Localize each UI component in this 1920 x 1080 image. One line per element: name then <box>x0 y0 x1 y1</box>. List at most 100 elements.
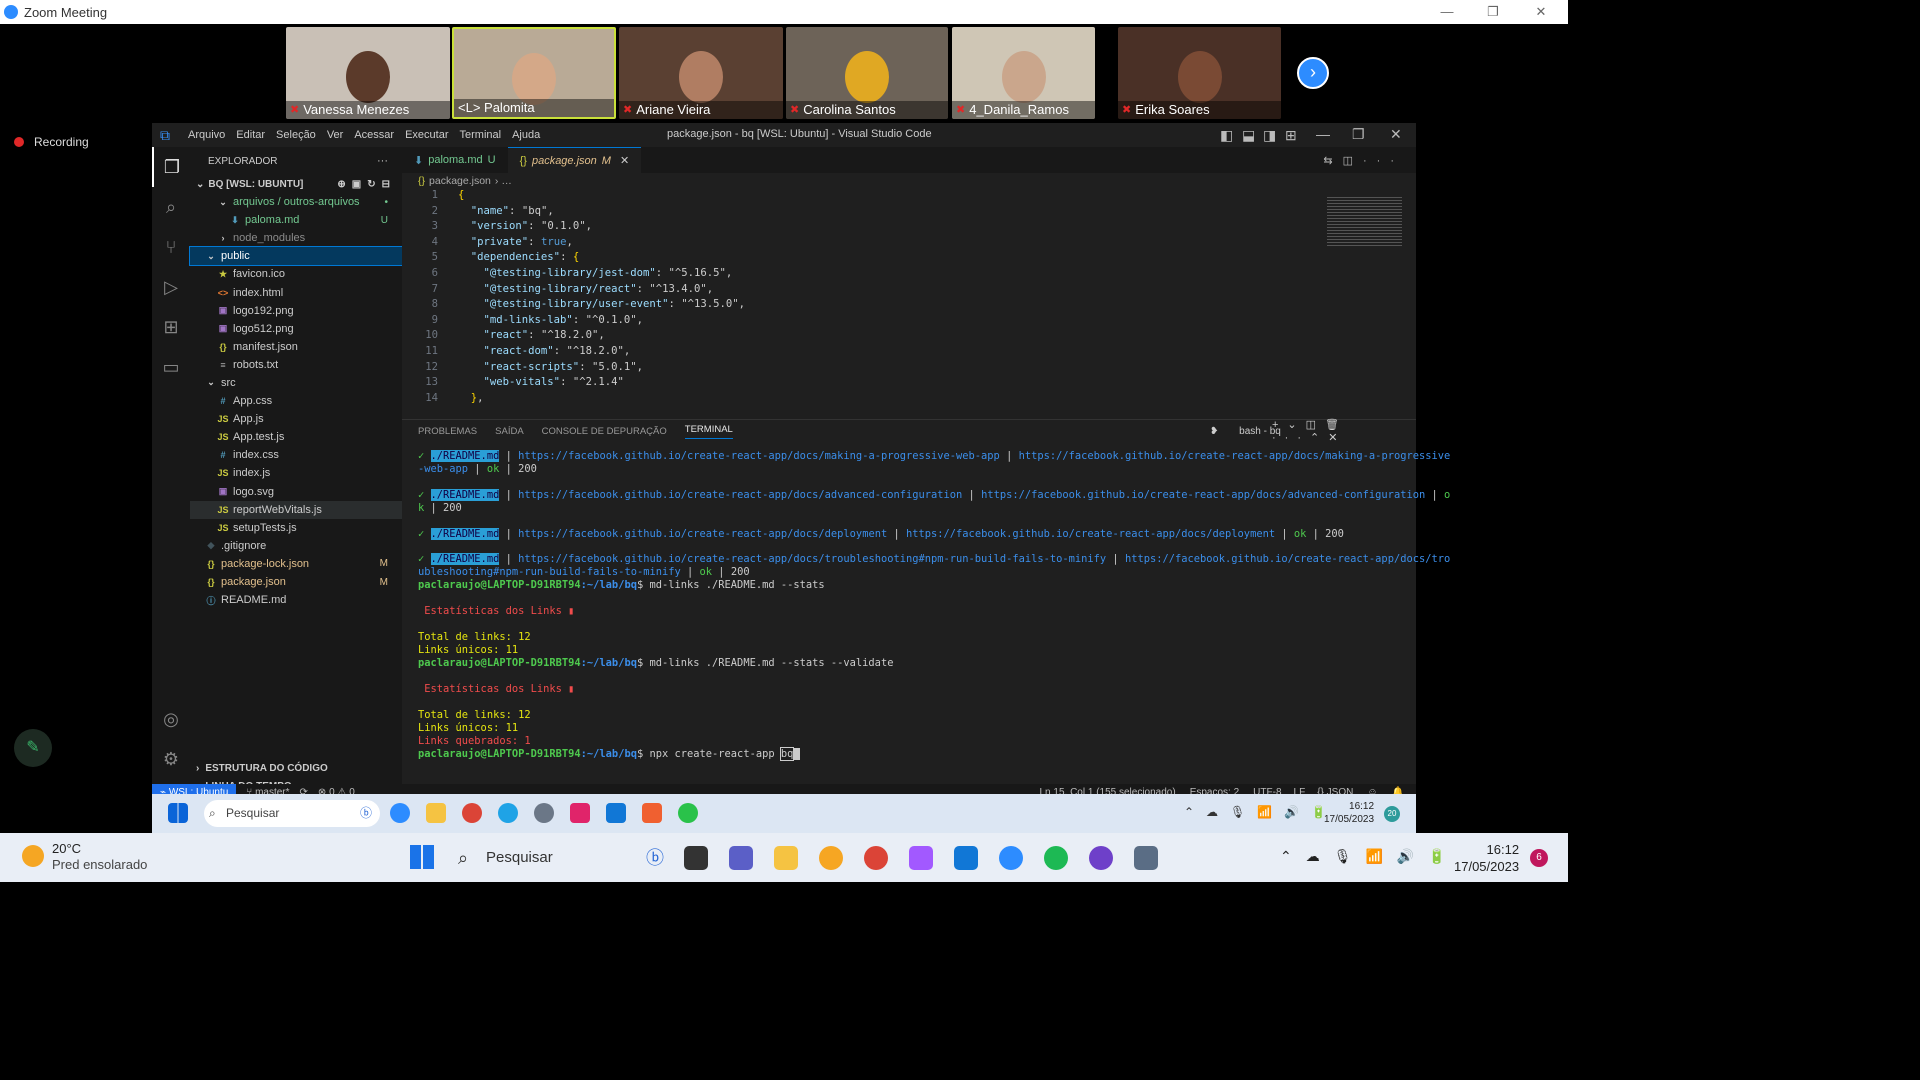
windows-start-icon[interactable] <box>168 803 188 823</box>
account-icon[interactable]: ◎ <box>152 699 190 739</box>
tree-item[interactable]: ⌄ src <box>190 374 402 392</box>
taskbar-search[interactable]: ⌕ Pesquisar ⓑ <box>204 800 380 827</box>
vscode-minimize-icon[interactable]: — <box>1316 126 1330 142</box>
chrome-icon[interactable] <box>462 803 482 823</box>
participant-tile[interactable]: ✖ 4_Danila_Ramos <box>952 27 1095 119</box>
participant-tile-active-speaker[interactable]: <L> Palomita <box>452 27 616 119</box>
participant-tile[interactable]: ✖ Vanessa Menezes <box>286 27 450 119</box>
notification-badge[interactable]: 6 <box>1530 849 1548 867</box>
tree-item[interactable]: ★ favicon.ico <box>190 265 402 283</box>
weather-widget[interactable]: 20°C Pred ensolarado <box>52 841 147 873</box>
menu-acessar[interactable]: Acessar <box>354 129 394 141</box>
tree-item[interactable]: # App.css <box>190 392 402 410</box>
windows-start-icon[interactable] <box>410 845 434 869</box>
vscode-app-icon[interactable] <box>954 846 978 870</box>
task-view-icon[interactable] <box>684 846 708 870</box>
menu-editar[interactable]: Editar <box>236 129 265 141</box>
slack-icon[interactable] <box>570 803 590 823</box>
tree-item[interactable]: JS index.js <box>190 464 402 482</box>
tab-output[interactable]: SAÍDA <box>495 426 524 437</box>
toggle-secondary-sidebar-icon[interactable]: ◨ <box>1263 127 1276 144</box>
extensions-icon[interactable]: ⊞ <box>152 307 190 347</box>
participant-tile[interactable]: ✖ Carolina Santos <box>786 27 948 119</box>
search-icon[interactable]: ⌕ <box>152 187 190 227</box>
settings-app-icon[interactable] <box>534 803 554 823</box>
inner-clock[interactable]: 16:12 17/05/2023 <box>1324 800 1374 826</box>
tree-item[interactable]: JS App.js <box>190 410 402 428</box>
source-control-icon[interactable]: ⑂ <box>152 227 190 267</box>
outline-section[interactable]: ESTRUTURA DO CÓDIGO <box>205 763 327 774</box>
participant-tile[interactable]: ✖ Ariane Vieira <box>619 27 783 119</box>
tree-item[interactable]: JS App.test.js <box>190 428 402 446</box>
tab-debug-console[interactable]: CONSOLE DE DEPURAÇÃO <box>542 426 667 437</box>
close-icon[interactable]: ✕ <box>1518 0 1564 24</box>
tree-item[interactable]: ▣ logo.svg <box>190 483 402 501</box>
workspace-root[interactable]: BQ [WSL: UBUNTU] <box>208 179 303 190</box>
tree-item[interactable]: <> index.html <box>190 283 402 301</box>
remote-explorer-icon[interactable]: ▭ <box>152 347 190 387</box>
tree-item[interactable]: ▣ logo512.png <box>190 320 402 338</box>
ubuntu-icon[interactable] <box>642 803 662 823</box>
tab-package-json[interactable]: {} package.json M ✕ <box>507 147 642 173</box>
tree-item[interactable]: ⬇ paloma.md U <box>190 211 402 229</box>
chevron-down-icon[interactable]: ⌄ <box>196 179 204 190</box>
tab-paloma-md[interactable]: ⬇ paloma.md U <box>402 147 508 173</box>
tree-item[interactable]: {} package-lock.json M <box>190 555 402 573</box>
settings-gear-icon[interactable]: ⚙ <box>152 739 190 779</box>
zoom-app-icon[interactable] <box>390 803 410 823</box>
tree-item[interactable]: ≡ robots.txt <box>190 356 402 374</box>
github-desktop-icon[interactable] <box>1089 846 1113 870</box>
taskbar-search[interactable]: ⌕ Pesquisar ⓑ <box>446 841 676 875</box>
file-explorer-icon[interactable] <box>774 846 798 870</box>
tree-item[interactable]: ⓘ README.md <box>190 591 402 609</box>
menu-terminal[interactable]: Terminal <box>460 129 502 141</box>
chrome-icon[interactable] <box>864 846 888 870</box>
more-actions-icon[interactable]: ··· <box>377 155 388 167</box>
menu-arquivo[interactable]: Arquivo <box>188 129 225 141</box>
spotify-icon[interactable] <box>1044 846 1068 870</box>
terminal-actions-icon[interactable]: +⌄◫🗑···⌃✕ <box>1272 418 1398 444</box>
toggle-panel-icon[interactable]: ⬓ <box>1242 127 1255 144</box>
terminal-output[interactable]: ✓ ./README.md | https://facebook.github.… <box>402 450 1450 761</box>
participant-tile[interactable]: ✖ Erika Soares <box>1118 27 1281 119</box>
tree-item[interactable]: ⌄ arquivos / outros-arquivos • <box>190 193 402 211</box>
tree-item[interactable]: JS reportWebVitals.js <box>190 500 402 519</box>
tree-item[interactable]: {} manifest.json <box>190 338 402 356</box>
next-participants-button[interactable]: › <box>1297 57 1329 89</box>
restore-icon[interactable]: ❐ <box>1470 0 1516 24</box>
tree-item[interactable]: {} package.json M <box>190 573 402 591</box>
explorer-actions-icon[interactable]: ⊕▣↻⊟ <box>337 179 396 190</box>
tree-item[interactable]: # index.css <box>190 446 402 464</box>
tree-item[interactable]: ⌄ public <box>189 246 403 267</box>
figma-icon[interactable] <box>909 846 933 870</box>
explorer-icon[interactable]: ❐ <box>152 147 190 187</box>
editor-actions-icon[interactable]: ⇆◫··· <box>1323 154 1404 167</box>
teams-icon[interactable] <box>729 846 753 870</box>
tree-item[interactable]: › node_modules <box>190 229 402 247</box>
file-explorer-icon[interactable] <box>426 803 446 823</box>
close-tab-icon[interactable]: ✕ <box>620 154 629 167</box>
tree-item[interactable]: ▣ logo192.png <box>190 302 402 320</box>
zoom-app-icon[interactable] <box>999 846 1023 870</box>
menu-ver[interactable]: Ver <box>327 129 344 141</box>
vscode-app-icon[interactable] <box>606 803 626 823</box>
tab-terminal[interactable]: TERMINAL <box>684 424 733 439</box>
tree-item[interactable]: ◆ .gitignore <box>190 537 402 555</box>
customize-layout-icon[interactable]: ⊞ <box>1285 127 1297 144</box>
vscode-close-icon[interactable]: ✕ <box>1390 126 1402 143</box>
menu-selecao[interactable]: Seleção <box>276 129 316 141</box>
calculator-icon[interactable] <box>1134 846 1158 870</box>
run-debug-icon[interactable]: ▷ <box>152 267 190 307</box>
tab-problems[interactable]: PROBLEMAS <box>418 426 477 437</box>
host-clock[interactable]: 16:12 17/05/2023 <box>1454 841 1519 875</box>
notification-badge[interactable]: 20 <box>1384 806 1400 822</box>
tree-item[interactable]: JS setupTests.js <box>190 519 402 537</box>
weather-app-icon[interactable] <box>819 846 843 870</box>
system-tray-icons[interactable]: ⌃☁🎙📶🔊🔋 <box>1184 805 1338 819</box>
minimize-icon[interactable]: — <box>1424 0 1470 24</box>
annotate-pen-button[interactable]: ✎ <box>14 729 52 767</box>
breadcrumb-file[interactable]: package.json <box>429 175 491 187</box>
vscode-maximize-icon[interactable]: ❐ <box>1352 126 1365 143</box>
minimap[interactable] <box>1327 197 1402 247</box>
toggle-sidebar-icon[interactable]: ◧ <box>1220 127 1233 144</box>
